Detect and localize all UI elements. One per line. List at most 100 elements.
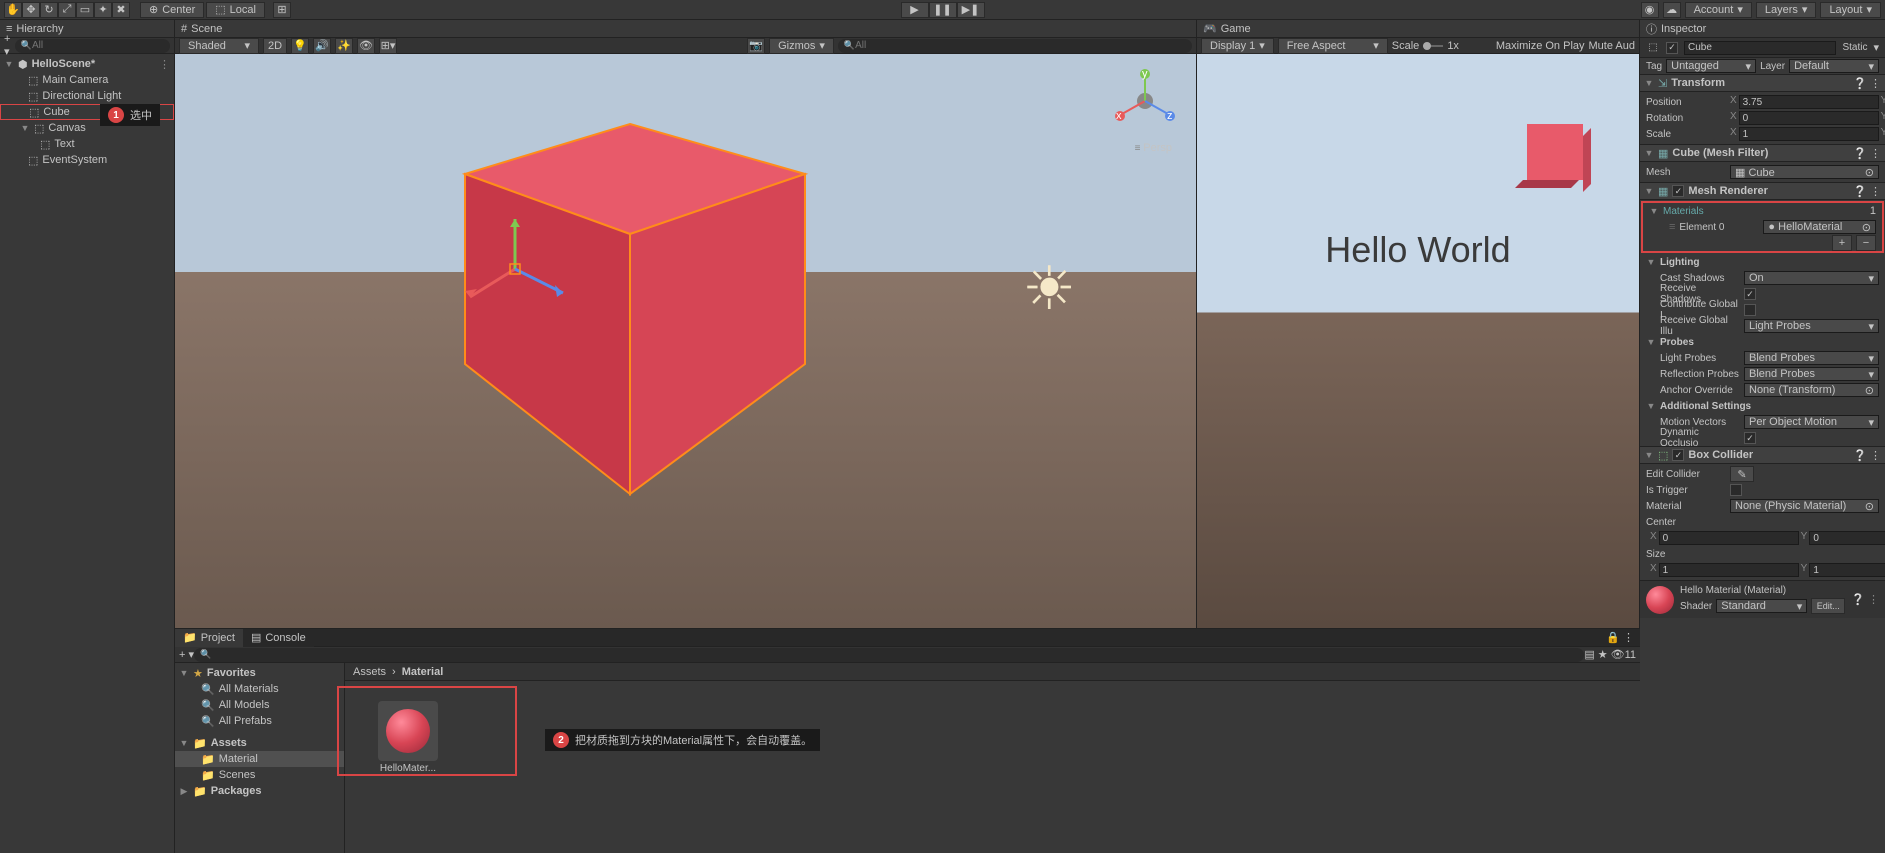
- 2d-toggle[interactable]: 2D: [263, 38, 287, 54]
- mesh-field[interactable]: ▦ Cube⊙: [1730, 165, 1879, 179]
- console-tab[interactable]: ▤Console: [243, 629, 314, 647]
- camera-icon[interactable]: 📷: [747, 38, 765, 54]
- layout-dropdown[interactable]: Layout ▾: [1820, 2, 1881, 18]
- view-gizmo[interactable]: x y z: [1110, 66, 1180, 136]
- cast-shadows-dropdown[interactable]: On▾: [1744, 271, 1879, 285]
- collider-enabled[interactable]: ✓: [1672, 449, 1684, 461]
- size-y[interactable]: [1809, 563, 1885, 577]
- active-checkbox[interactable]: ✓: [1666, 42, 1678, 54]
- fx-toggle[interactable]: ✨: [335, 38, 353, 54]
- mesh-renderer-header[interactable]: ▼▦✓Mesh Renderer❔ ⋮: [1640, 182, 1885, 200]
- step-button[interactable]: ▶❚: [957, 2, 985, 18]
- move-tool[interactable]: ✥: [22, 2, 40, 18]
- hierarchy-item-text[interactable]: ⬚Text: [0, 136, 174, 152]
- scene-tab[interactable]: #Scene: [175, 20, 1196, 38]
- hand-tool[interactable]: ✋: [4, 2, 22, 18]
- material-folder[interactable]: 📁Material: [175, 751, 344, 767]
- breadcrumb-material[interactable]: Material: [402, 666, 444, 678]
- anchor-field[interactable]: None (Transform)⊙: [1744, 383, 1879, 397]
- lock-icon[interactable]: 🔒: [1606, 631, 1620, 644]
- account-dropdown[interactable]: Account ▾: [1685, 2, 1752, 18]
- motion-vectors-dropdown[interactable]: Per Object Motion▾: [1744, 415, 1879, 429]
- hello-material-asset[interactable]: HelloMater...: [373, 701, 443, 774]
- scenes-folder[interactable]: 📁Scenes: [175, 767, 344, 783]
- hidden-toggle[interactable]: 👁: [357, 38, 375, 54]
- scene-view[interactable]: ☀ x y z ≡ Persp: [175, 54, 1196, 628]
- add-material-button[interactable]: +: [1832, 235, 1852, 251]
- edit-shader-button[interactable]: Edit...: [1811, 598, 1845, 614]
- reflection-probes-dropdown[interactable]: Blend Probes▾: [1744, 367, 1879, 381]
- tag-dropdown[interactable]: Untagged▾: [1666, 59, 1756, 73]
- fav-all-materials[interactable]: 🔍All Materials: [175, 681, 344, 697]
- pivot-local[interactable]: ⬚Local: [206, 2, 265, 18]
- hidden-count[interactable]: 👁11: [1611, 648, 1636, 661]
- custom-tool[interactable]: ✖: [112, 2, 130, 18]
- display-dropdown[interactable]: Display 1 ▾: [1201, 38, 1274, 54]
- assets-folder[interactable]: ▼📁Assets: [175, 735, 344, 751]
- grid-toggle[interactable]: ⊞▾: [379, 38, 397, 54]
- phys-material-field[interactable]: None (Physic Material)⊙: [1730, 499, 1879, 513]
- pos-x[interactable]: [1739, 95, 1879, 109]
- box-collider-header[interactable]: ▼⬚✓Box Collider❔ ⋮: [1640, 446, 1885, 464]
- cloud-icon[interactable]: ☁: [1663, 2, 1681, 18]
- remove-material-button[interactable]: −: [1856, 235, 1876, 251]
- layers-dropdown[interactable]: Layers ▾: [1756, 2, 1817, 18]
- mute-toggle[interactable]: Mute Aud: [1589, 40, 1635, 52]
- directional-light-gizmo[interactable]: ☀: [1022, 254, 1076, 324]
- lighting-toggle[interactable]: 💡: [291, 38, 309, 54]
- light-probes-dropdown[interactable]: Blend Probes▾: [1744, 351, 1879, 365]
- receive-shadows-checkbox[interactable]: ✓: [1744, 288, 1756, 300]
- rect-tool[interactable]: ▭: [76, 2, 94, 18]
- object-name-input[interactable]: [1684, 41, 1836, 55]
- hierarchy-search[interactable]: 🔍: [15, 39, 170, 53]
- layer-dropdown[interactable]: Default▾: [1789, 59, 1879, 73]
- hierarchy-tab[interactable]: ≡Hierarchy: [0, 20, 174, 38]
- play-button[interactable]: ▶: [901, 2, 929, 18]
- transform-tool[interactable]: ✦: [94, 2, 112, 18]
- fav-all-models[interactable]: 🔍All Models: [175, 697, 344, 713]
- persp-label[interactable]: ≡ Persp: [1135, 142, 1172, 154]
- inspector-tab[interactable]: ⓘInspector: [1640, 20, 1885, 38]
- scale-tool[interactable]: ⤢: [58, 2, 76, 18]
- drag-icon[interactable]: ≡: [1669, 221, 1675, 233]
- assets-grid[interactable]: HelloMater... 2把材质拖到方块的Material属性下，会自动覆盖…: [345, 681, 1640, 853]
- material-preview[interactable]: Hello Material (Material) Shader Standar…: [1640, 580, 1885, 618]
- filter-icon[interactable]: ▤: [1584, 648, 1594, 661]
- is-trigger-checkbox[interactable]: [1730, 484, 1742, 496]
- scale-slider[interactable]: [1423, 45, 1443, 47]
- game-tab[interactable]: 🎮Game: [1197, 20, 1639, 38]
- maximize-toggle[interactable]: Maximize On Play: [1496, 40, 1585, 52]
- scene-search[interactable]: 🔍: [838, 39, 1192, 53]
- center-y[interactable]: [1809, 531, 1885, 545]
- shader-dropdown[interactable]: Standard▾: [1716, 599, 1807, 613]
- fav-all-prefabs[interactable]: 🔍All Prefabs: [175, 713, 344, 729]
- snap-tool[interactable]: ⊞: [273, 2, 291, 18]
- collab-icon[interactable]: ◉: [1641, 2, 1659, 18]
- favorite-filter-icon[interactable]: ★: [1598, 648, 1608, 661]
- contribute-gi-checkbox[interactable]: [1744, 304, 1756, 316]
- edit-collider-button[interactable]: ✎: [1730, 466, 1754, 482]
- transform-header[interactable]: ▼⇲Transform❔ ⋮: [1640, 74, 1885, 92]
- packages-folder[interactable]: ▶📁Packages: [175, 783, 344, 799]
- favorites-folder[interactable]: ▼★Favorites: [175, 665, 344, 681]
- dynamic-occlusion-checkbox[interactable]: ✓: [1744, 432, 1756, 444]
- scl-x[interactable]: [1739, 127, 1879, 141]
- mesh-filter-header[interactable]: ▼▦Cube (Mesh Filter)❔ ⋮: [1640, 144, 1885, 162]
- aspect-dropdown[interactable]: Free Aspect▾: [1278, 38, 1388, 54]
- pause-button[interactable]: ❚❚: [929, 2, 957, 18]
- project-search[interactable]: 🔍: [194, 648, 1584, 662]
- rotate-tool[interactable]: ↻: [40, 2, 58, 18]
- hierarchy-item-light[interactable]: ⬚Directional Light: [0, 88, 174, 104]
- center-x[interactable]: [1659, 531, 1799, 545]
- rot-x[interactable]: [1739, 111, 1879, 125]
- gizmos-dropdown[interactable]: Gizmos ▾: [769, 38, 834, 54]
- renderer-enabled[interactable]: ✓: [1672, 185, 1684, 197]
- audio-toggle[interactable]: 🔊: [313, 38, 331, 54]
- project-tab[interactable]: 📁Project: [175, 629, 243, 647]
- static-dropdown[interactable]: ▾: [1873, 41, 1879, 54]
- shaded-dropdown[interactable]: Shaded▾: [179, 38, 259, 54]
- hierarchy-item-eventsystem[interactable]: ⬚EventSystem: [0, 152, 174, 168]
- add-asset-button[interactable]: + ▾: [179, 648, 194, 661]
- pivot-center[interactable]: ⊕Center: [140, 2, 204, 18]
- scene-root[interactable]: ▼⬢HelloScene*⋮: [0, 56, 174, 72]
